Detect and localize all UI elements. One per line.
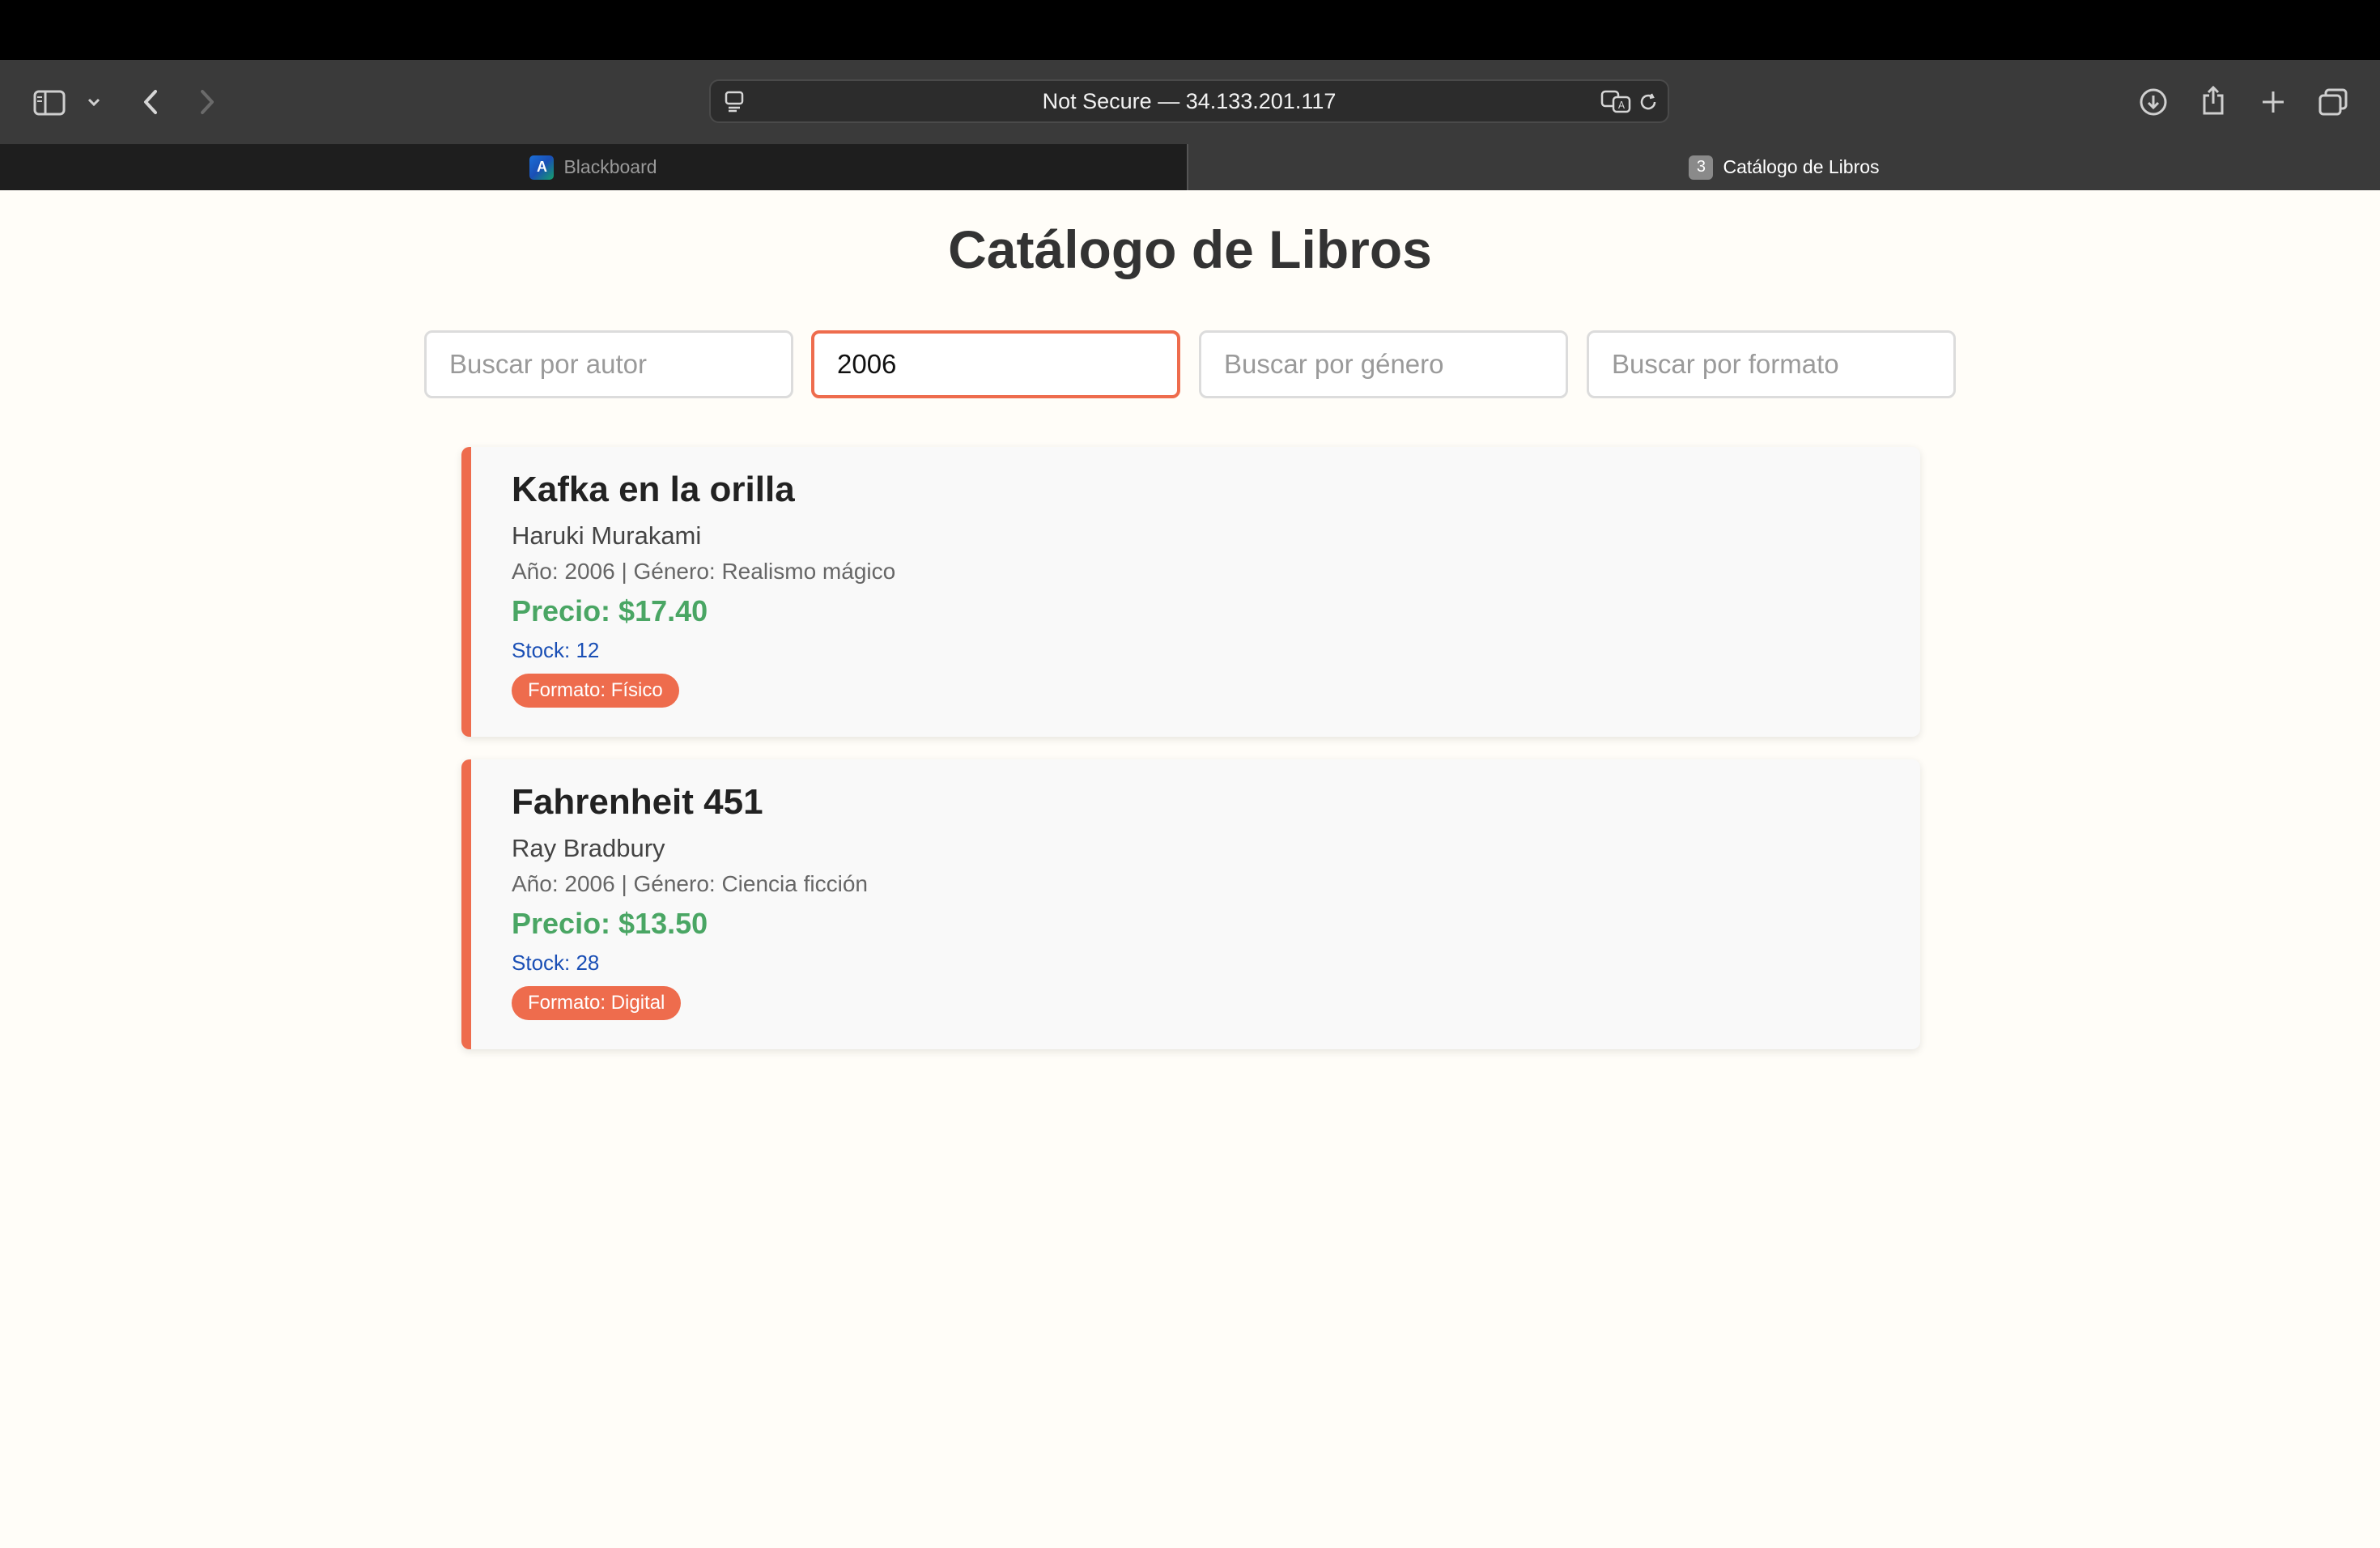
svg-text:A: A xyxy=(1618,100,1626,111)
back-arrow-icon[interactable] xyxy=(133,84,168,120)
book-meta: Año: 2006 | Género: Ciencia ficción xyxy=(512,871,868,896)
tab-catalogo[interactable]: 3 Catálogo de Libros xyxy=(1188,144,2380,190)
tab-blackboard[interactable]: A Blackboard xyxy=(0,144,1188,190)
translate-icon[interactable]: A xyxy=(1600,87,1632,115)
blackboard-logo-icon: A xyxy=(529,155,555,180)
new-tab-plus-icon[interactable] xyxy=(2255,84,2291,120)
book-stock: Stock: 28 xyxy=(512,950,600,975)
share-icon[interactable] xyxy=(2195,81,2231,120)
page-title: Catálogo de Libros xyxy=(948,219,1432,279)
downloads-icon[interactable] xyxy=(2136,84,2171,120)
book-card: Kafka en la orilla Haruki Murakami Año: … xyxy=(461,447,1920,737)
url-text[interactable]: Not Secure — 34.133.201.117 xyxy=(711,81,1668,121)
year-search-input[interactable] xyxy=(811,330,1180,398)
book-title: Fahrenheit 451 xyxy=(512,782,763,822)
book-author: Haruki Murakami xyxy=(512,521,702,550)
book-price: Precio: $17.40 xyxy=(512,594,708,627)
book-card: Fahrenheit 451 Ray Bradbury Año: 2006 | … xyxy=(461,759,1920,1049)
system-top-bar xyxy=(0,0,2380,60)
tab-number-icon: 3 xyxy=(1689,155,1714,180)
tab-overview-icon[interactable] xyxy=(2315,84,2351,120)
browser-toolbar: Not Secure — 34.133.201.117 A xyxy=(0,60,2380,144)
book-price: Precio: $13.50 xyxy=(512,907,708,940)
tab-label: Catálogo de Libros xyxy=(1723,156,1880,177)
genre-search-input[interactable] xyxy=(1199,330,1568,398)
tab-label: Blackboard xyxy=(563,156,657,177)
reload-icon[interactable] xyxy=(1635,89,1661,115)
tab-bar: A Blackboard 3 Catálogo de Libros xyxy=(0,144,2380,190)
author-search-input[interactable] xyxy=(424,330,793,398)
format-badge: Formato: Digital xyxy=(512,986,682,1020)
book-meta: Año: 2006 | Género: Realismo mágico xyxy=(512,559,896,584)
book-title: Kafka en la orilla xyxy=(512,470,795,509)
address-bar[interactable]: Not Secure — 34.133.201.117 A xyxy=(709,79,1669,123)
format-search-input[interactable] xyxy=(1587,330,1956,398)
book-stock: Stock: 12 xyxy=(512,638,600,662)
format-badge: Formato: Físico xyxy=(512,674,679,708)
sidebar-toggle-icon[interactable] xyxy=(31,84,68,121)
book-author: Ray Bradbury xyxy=(512,834,665,862)
forward-arrow-icon[interactable] xyxy=(189,84,225,120)
chevron-down-icon[interactable] xyxy=(81,89,107,115)
